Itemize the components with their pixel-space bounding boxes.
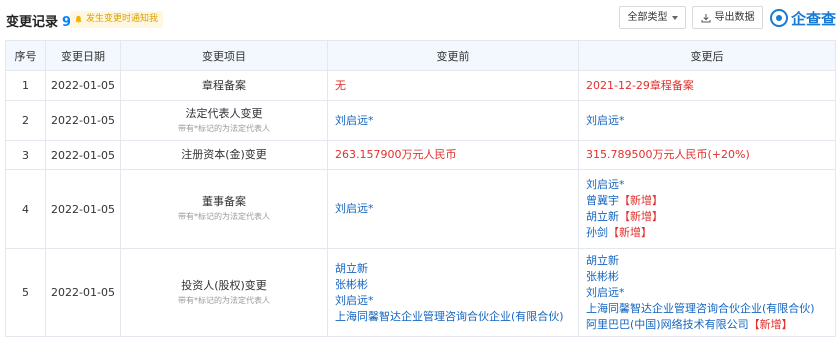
row-index: 5 xyxy=(5,248,46,337)
notify-label: 发生变更时通知我 xyxy=(86,14,159,24)
change-record-table: 序号 变更日期 变更项目 变更前 变更后 1 2022-01-05 章程备案 无… xyxy=(5,40,836,337)
before-cell: 胡立新 张彬彬 刘启远* 上海同馨智达企业管理咨询合伙企业(有限合伙) xyxy=(327,248,579,337)
before-cell: 无 xyxy=(327,70,579,101)
person-link[interactable]: 刘启远* xyxy=(586,178,625,191)
change-date: 2022-01-05 xyxy=(45,248,121,337)
list-item: 刘启远* xyxy=(586,177,835,193)
change-date: 2022-01-05 xyxy=(45,100,121,141)
new-tag: 【新增】 xyxy=(748,317,793,331)
column-header-date: 变更日期 xyxy=(45,40,121,71)
row-index: 2 xyxy=(5,100,46,141)
new-tag: 【新增】 xyxy=(619,210,663,223)
column-header-after: 变更后 xyxy=(578,40,836,71)
logo-mark-icon xyxy=(770,9,788,27)
new-tag: 【新增】 xyxy=(619,194,663,207)
person-link[interactable]: 刘启远* xyxy=(335,201,578,217)
change-item: 章程备案 xyxy=(120,70,328,101)
change-item: 投资人(股权)变更带有*标记的为法定代表人 xyxy=(120,248,328,337)
export-button[interactable]: 导出数据 xyxy=(692,6,763,29)
after-cell: 刘启远* xyxy=(578,100,836,141)
company-link[interactable]: 阿里巴巴(中国)网络技术有限公司 xyxy=(586,318,749,331)
change-item-label: 法定代表人变更 xyxy=(185,106,263,120)
after-cell: 胡立新 张彬彬 刘启远* 上海同馨智达企业管理咨询合伙企业(有限合伙) 阿里巴巴… xyxy=(578,248,836,337)
before-cell: 刘启远* xyxy=(327,169,579,249)
before-value: 263.157900万元人民币 xyxy=(335,148,457,161)
change-item: 董事备案带有*标记的为法定代表人 xyxy=(120,169,328,249)
list-item: 张彬彬 xyxy=(586,269,835,285)
change-date: 2022-01-05 xyxy=(45,70,121,101)
company-link[interactable]: 上海同馨智达企业管理咨询合伙企业(有限合伙) xyxy=(335,309,578,325)
after-value: 315.789500万元人民币(+20%) xyxy=(586,148,750,161)
before-cell: 263.157900万元人民币 xyxy=(327,140,579,170)
change-item-label: 董事备案 xyxy=(202,195,246,208)
change-item-label: 章程备案 xyxy=(202,78,246,92)
table-row: 4 2022-01-05 董事备案带有*标记的为法定代表人 刘启远* 刘启远* … xyxy=(5,169,836,249)
after-cell: 315.789500万元人民币(+20%) xyxy=(578,140,836,170)
person-link[interactable]: 曾冀宇 xyxy=(586,194,619,207)
row-index: 3 xyxy=(5,140,46,170)
column-header-item: 变更项目 xyxy=(120,40,328,71)
change-item-hint: 带有*标记的为法定代表人 xyxy=(178,212,270,221)
person-link[interactable]: 张彬彬 xyxy=(586,270,619,283)
after-cell: 2021-12-29章程备案 xyxy=(578,70,836,101)
person-link[interactable]: 刘启远* xyxy=(335,113,578,129)
before-value: 无 xyxy=(335,78,346,92)
list-item: 胡立新 xyxy=(586,253,835,269)
type-filter-dropdown[interactable]: 全部类型 xyxy=(619,6,686,29)
after-cell: 刘启远* 曾冀宇【新增】 胡立新【新增】 孙剑【新增】 xyxy=(578,169,836,249)
person-link[interactable]: 胡立新 xyxy=(586,210,619,223)
column-header-before: 变更前 xyxy=(327,40,579,71)
change-item: 注册资本(金)变更 xyxy=(120,140,328,170)
list-item: 胡立新【新增】 xyxy=(586,209,835,225)
change-date: 2022-01-05 xyxy=(45,169,121,249)
person-link[interactable]: 刘启远* xyxy=(586,113,835,129)
list-item: 曾冀宇【新增】 xyxy=(586,193,835,209)
company-link[interactable]: 上海同馨智达企业管理咨询合伙企业(有限合伙) xyxy=(586,302,815,315)
list-item: 孙剑【新增】 xyxy=(586,225,835,241)
table-row: 5 2022-01-05 投资人(股权)变更带有*标记的为法定代表人 胡立新 张… xyxy=(5,248,836,337)
table-header-row: 序号 变更日期 变更项目 变更前 变更后 xyxy=(5,40,836,71)
list-item: 阿里巴巴(中国)网络技术有限公司【新增】 xyxy=(586,317,835,333)
person-link[interactable]: 刘启远* xyxy=(586,286,625,299)
title-text: 变更记录 xyxy=(6,15,59,30)
section-title: 变更记录 9 xyxy=(6,11,71,30)
logo-text: 企查查 xyxy=(791,9,837,28)
column-header-index: 序号 xyxy=(5,40,46,71)
list-item: 上海同馨智达企业管理咨询合伙企业(有限合伙) xyxy=(586,301,835,317)
change-item-label: 注册资本(金)变更 xyxy=(181,148,267,161)
table-row: 3 2022-01-05 注册资本(金)变更 263.157900万元人民币 3… xyxy=(5,140,836,170)
caret-down-icon xyxy=(671,15,678,20)
section-header: 变更记录 9 发生变更时通知我 全部类型 导出数据 企查查 xyxy=(0,0,840,38)
change-item: 法定代表人变更带有*标记的为法定代表人 xyxy=(120,100,328,141)
person-link[interactable]: 张彬彬 xyxy=(335,277,578,293)
after-value: 2021-12-29章程备案 xyxy=(586,78,694,92)
download-icon xyxy=(701,13,710,22)
new-tag: 【新增】 xyxy=(608,226,652,239)
change-item-label: 投资人(股权)变更 xyxy=(181,278,267,292)
change-item-hint: 带有*标记的为法定代表人 xyxy=(178,123,270,133)
table-row: 1 2022-01-05 章程备案 无 2021-12-29章程备案 xyxy=(5,70,836,101)
person-link[interactable]: 胡立新 xyxy=(586,254,619,267)
export-label: 导出数据 xyxy=(714,12,755,23)
person-link[interactable]: 孙剑 xyxy=(586,226,608,239)
before-cell: 刘启远* xyxy=(327,100,579,141)
list-item: 刘启远* xyxy=(586,285,835,301)
table-row: 2 2022-01-05 法定代表人变更带有*标记的为法定代表人 刘启远* 刘启… xyxy=(5,100,836,141)
change-item-hint: 带有*标记的为法定代表人 xyxy=(178,295,270,305)
person-link[interactable]: 刘启远* xyxy=(335,293,578,309)
bell-icon xyxy=(75,15,82,24)
notify-button[interactable]: 发生变更时通知我 xyxy=(70,11,164,28)
change-date: 2022-01-05 xyxy=(45,140,121,170)
type-filter-label: 全部类型 xyxy=(627,12,668,23)
person-link[interactable]: 胡立新 xyxy=(335,261,578,277)
brand-logo: 企查查 xyxy=(770,7,836,29)
row-index: 4 xyxy=(5,169,46,249)
row-index: 1 xyxy=(5,70,46,101)
